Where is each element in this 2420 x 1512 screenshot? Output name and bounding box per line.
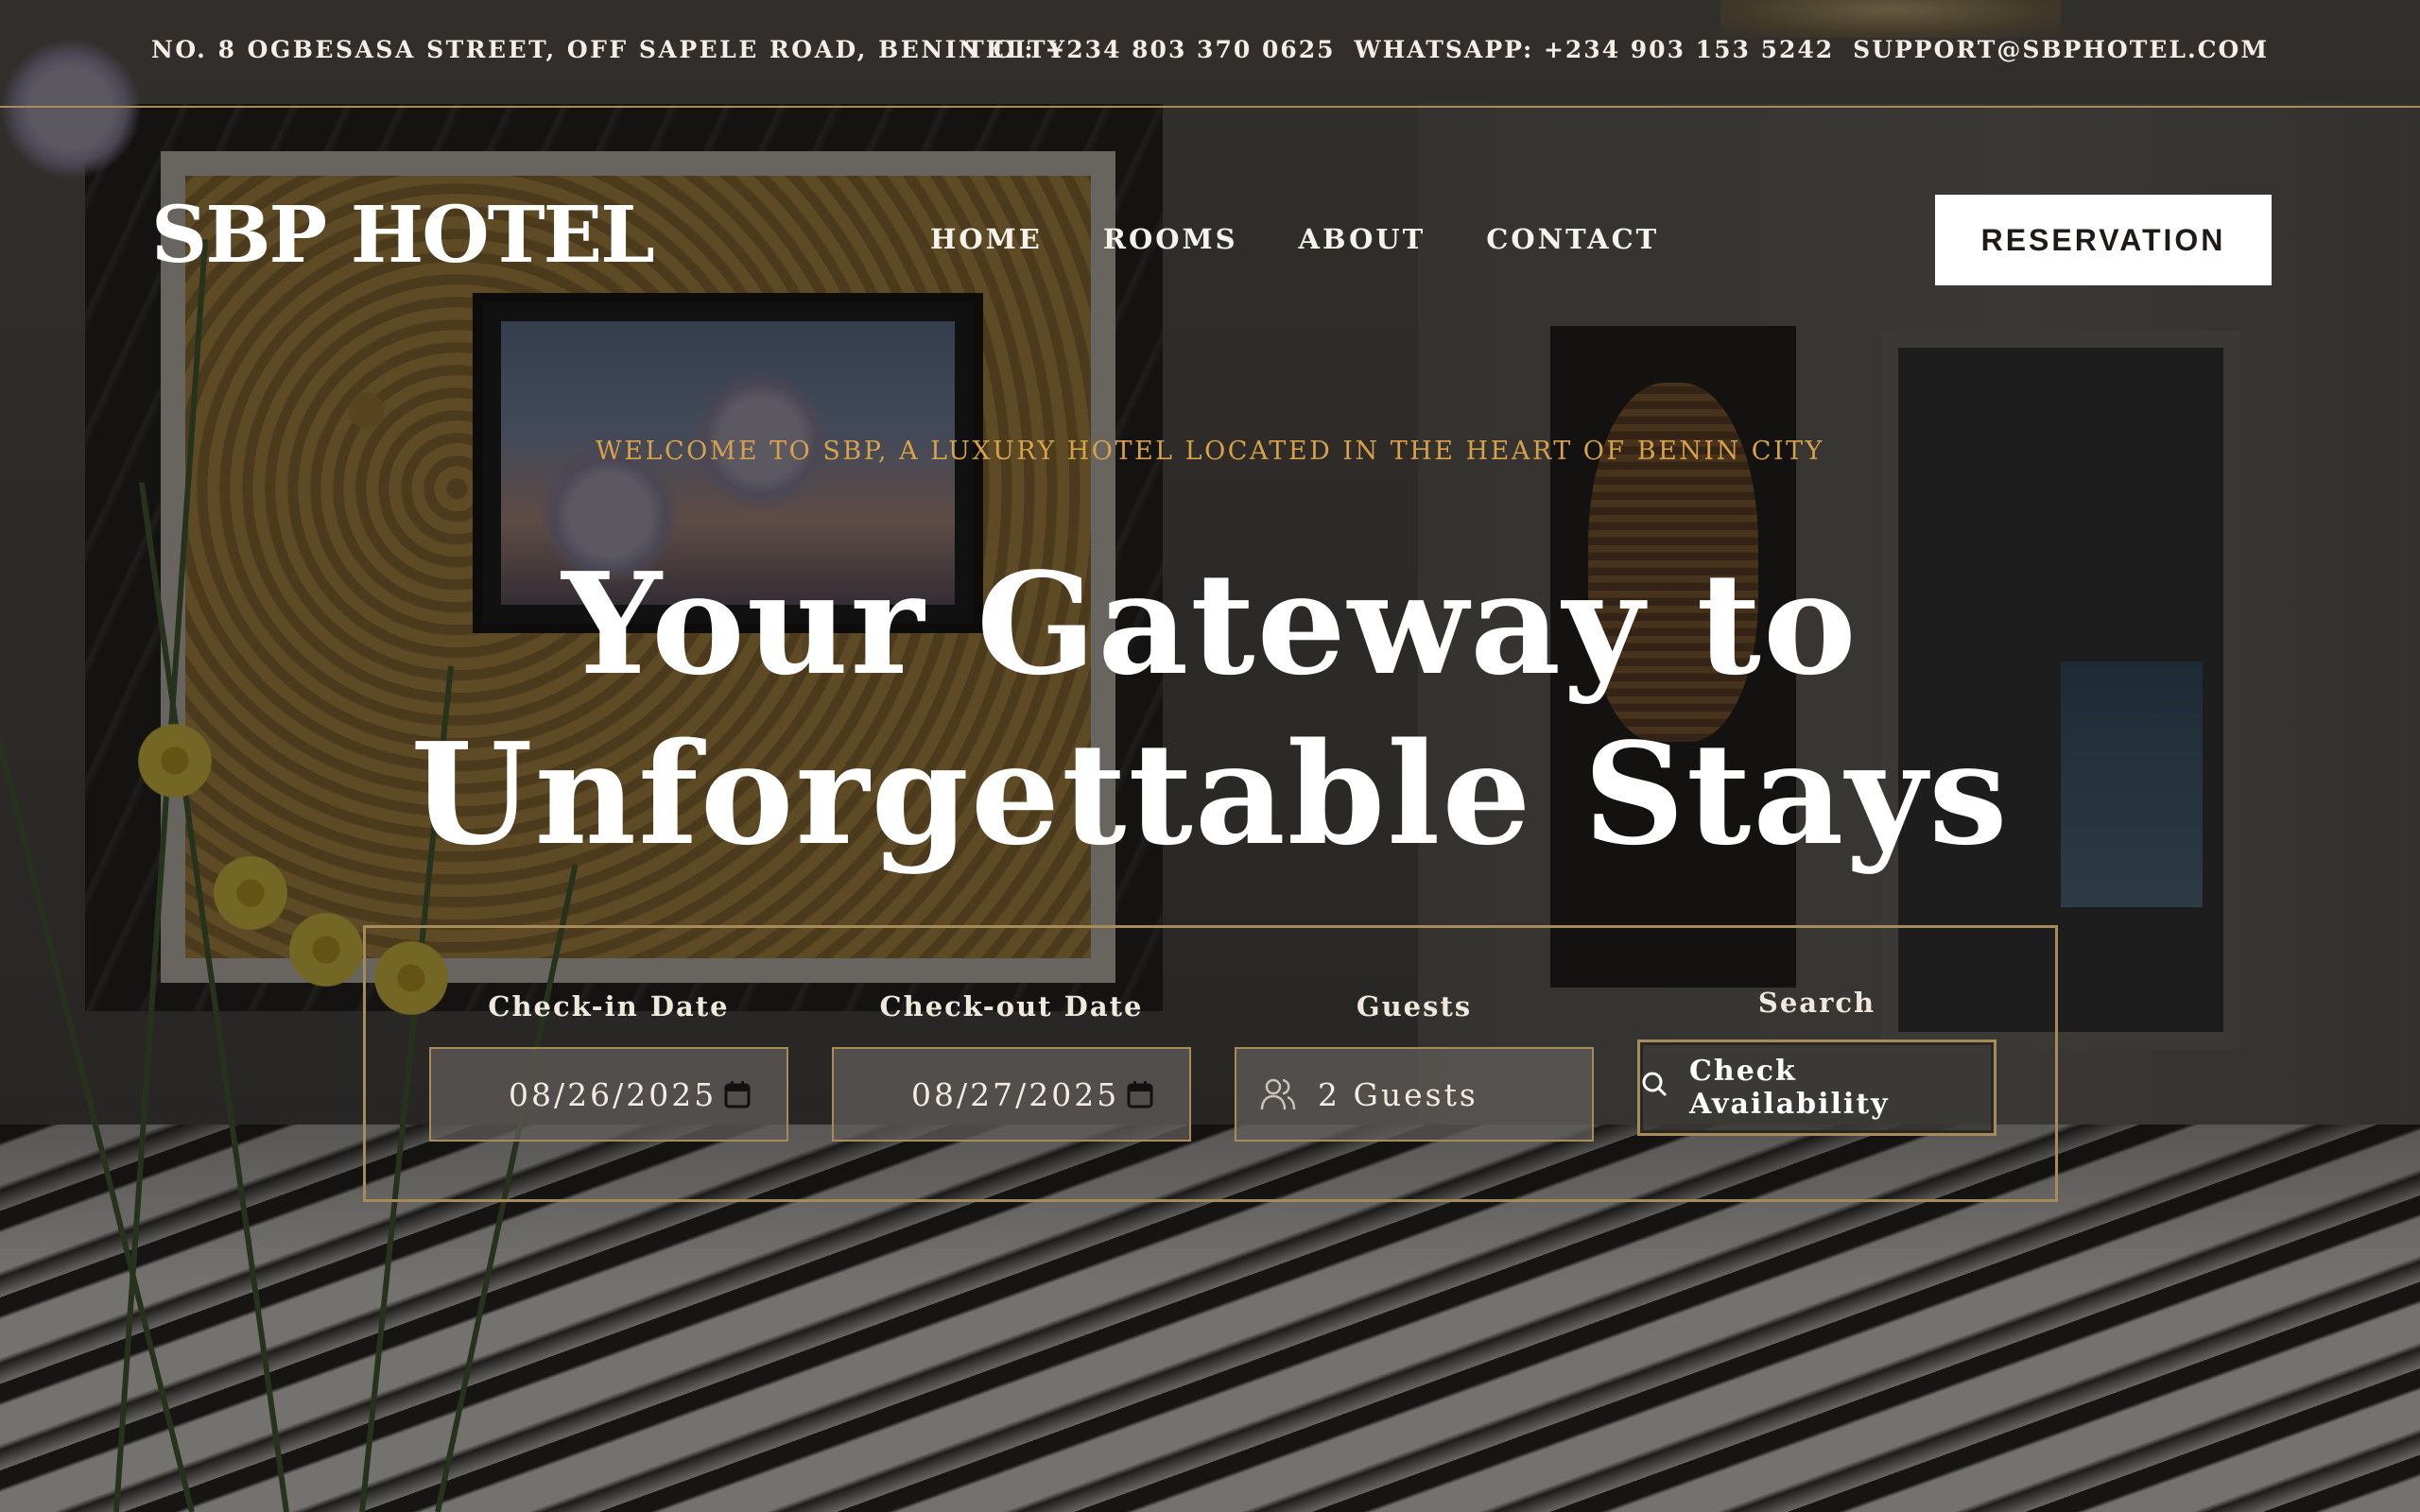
checkout-field: Check-out Date 08/27/2025 bbox=[832, 990, 1191, 1142]
nav-rooms[interactable]: ROOMS bbox=[1103, 223, 1238, 255]
checkout-date-input[interactable]: 08/27/2025 bbox=[832, 1047, 1191, 1142]
hero-title-line-1: Your Gateway to bbox=[562, 541, 1858, 706]
check-availability-label: Check Availability bbox=[1689, 1055, 1890, 1121]
nav-about[interactable]: ABOUT bbox=[1299, 223, 1426, 255]
booking-form: Check-in Date 08/26/2025 Check-out Date … bbox=[363, 925, 2058, 1202]
checkout-date-value: 08/27/2025 bbox=[911, 1075, 1120, 1113]
checkin-label: Check-in Date bbox=[488, 990, 730, 1022]
nav-home[interactable]: HOME bbox=[930, 223, 1043, 255]
contact-info: TEL: +234 803 370 0625 WHATSAPP: +234 90… bbox=[966, 36, 2269, 63]
guests-value: 2 Guests bbox=[1318, 1075, 1478, 1113]
whatsapp-number[interactable]: WHATSAPP: +234 903 153 5242 bbox=[1355, 36, 1835, 63]
nav-contact[interactable]: CONTACT bbox=[1486, 223, 1659, 255]
users-icon bbox=[1259, 1075, 1297, 1113]
hero-title-line-2: Unforgettable Stays bbox=[410, 712, 2010, 876]
search-label: Search bbox=[1757, 987, 1876, 1019]
checkin-date-input[interactable]: 08/26/2025 bbox=[429, 1047, 788, 1142]
guests-field: Guests 2 Guests bbox=[1235, 990, 1594, 1142]
guests-select[interactable]: 2 Guests bbox=[1235, 1047, 1594, 1142]
search-field: Search Check Availability bbox=[1637, 987, 1996, 1136]
checkout-label: Check-out Date bbox=[879, 990, 1144, 1022]
main-nav: HOME ROOMS ABOUT CONTACT bbox=[930, 223, 1659, 255]
reservation-button[interactable]: RESERVATION bbox=[1935, 195, 2272, 285]
top-info-bar: NO. 8 OGBESASA STREET, OFF SAPELE ROAD, … bbox=[0, 0, 2420, 108]
checkin-date-value: 08/26/2025 bbox=[509, 1075, 717, 1113]
hotel-address: NO. 8 OGBESASA STREET, OFF SAPELE ROAD, … bbox=[151, 36, 1067, 63]
phone-number[interactable]: TEL: +234 803 370 0625 bbox=[966, 36, 1335, 63]
site-logo[interactable]: SBP HOTEL bbox=[151, 197, 655, 274]
calendar-icon[interactable] bbox=[717, 1049, 758, 1140]
calendar-icon[interactable] bbox=[1119, 1049, 1161, 1140]
check-availability-button[interactable]: Check Availability bbox=[1637, 1040, 1996, 1136]
hero-tagline: WELCOME TO SBP, A LUXURY HOTEL LOCATED I… bbox=[596, 437, 1824, 466]
guests-label: Guests bbox=[1356, 990, 1473, 1022]
support-email[interactable]: SUPPORT@SBPHOTEL.COM bbox=[1853, 36, 2269, 63]
hero-title: Your Gateway to Unforgettable Stays bbox=[0, 539, 2420, 879]
checkin-field: Check-in Date 08/26/2025 bbox=[429, 990, 788, 1142]
search-icon bbox=[1640, 1070, 1668, 1106]
